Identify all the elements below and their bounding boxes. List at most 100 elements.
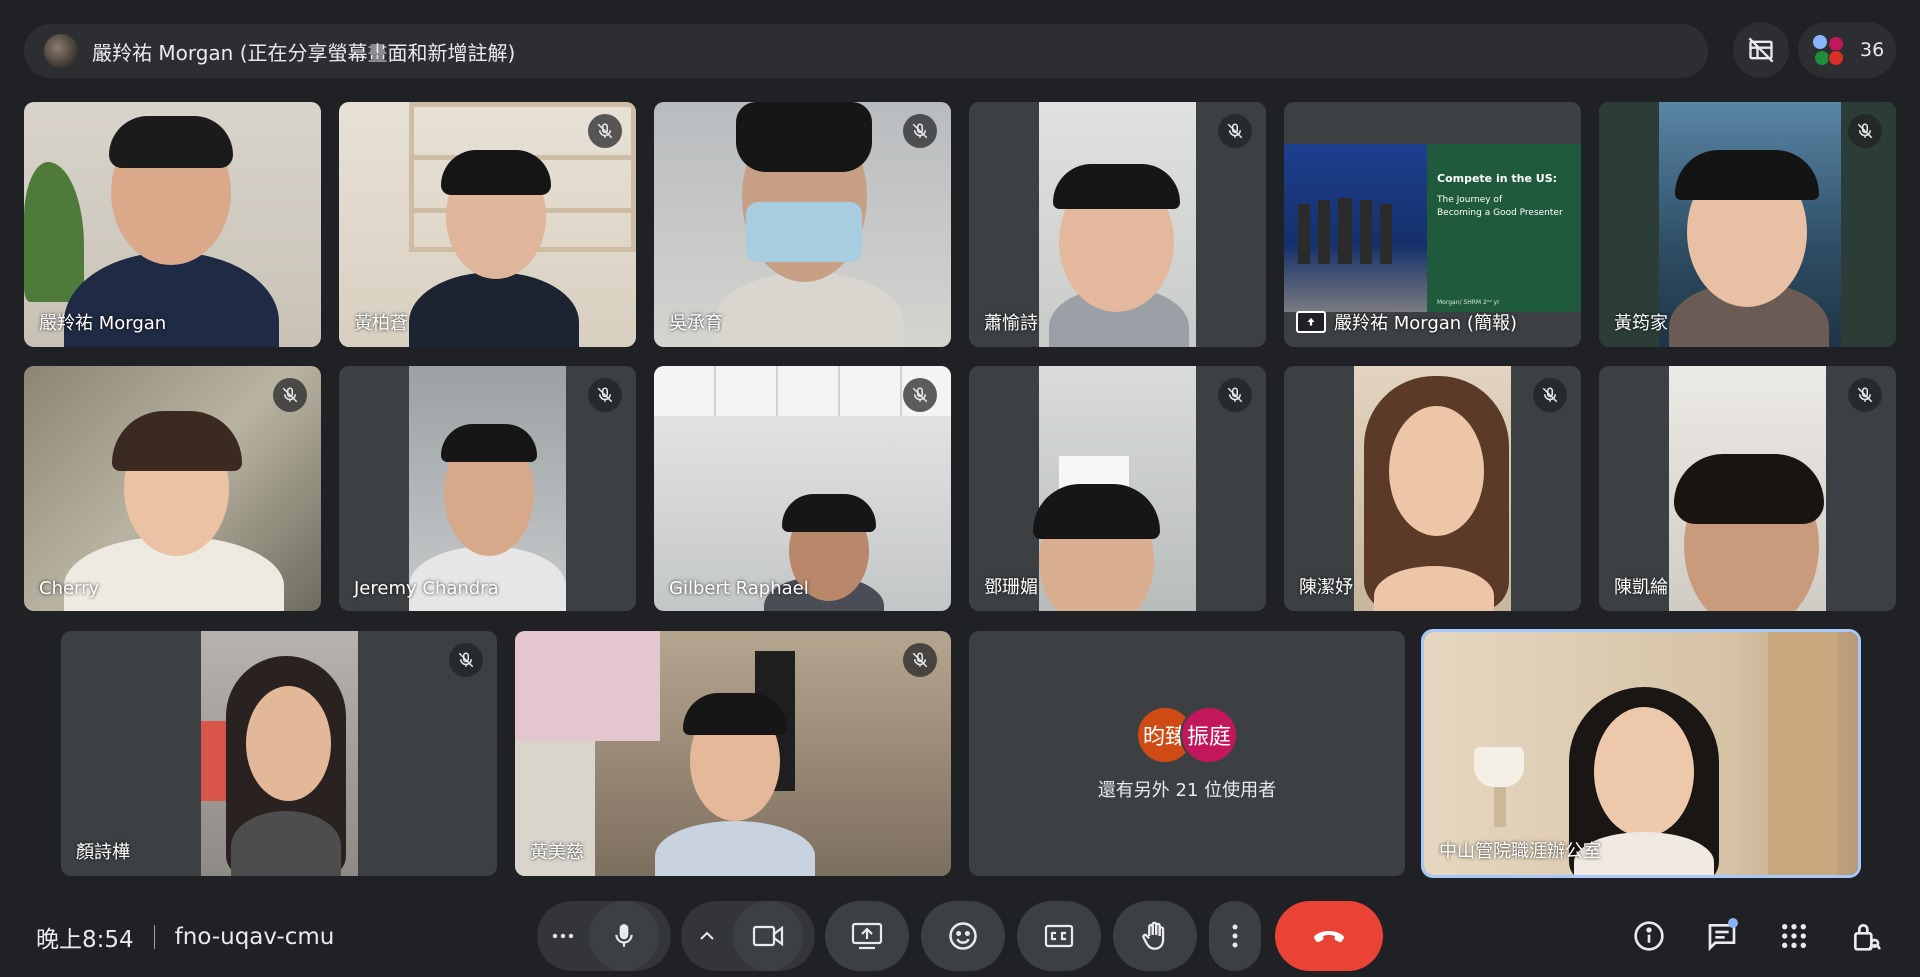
notification-dot [1728,918,1738,928]
participant-tile[interactable]: 陳凱綸 [1599,366,1896,611]
video-controls [681,901,815,971]
more-options-icon [552,933,574,939]
meeting-details-button[interactable] [1627,914,1671,958]
meeting-code: fno-uqav-cmu [174,924,335,950]
presenter-label: 嚴羚祐 Morgan (正在分享螢幕畫面和新增註解) [92,40,516,65]
raise-hand-icon [1142,921,1165,950]
participant-name: Gilbert Raphael [669,578,809,599]
slide-photo [1284,144,1427,312]
participant-name: 顏詩樺 [76,842,130,863]
participant-name: 黃筠家 [1614,313,1668,334]
presentation-name: 嚴羚祐 Morgan (簡報) [1296,309,1517,335]
participant-count: 36 [1860,39,1885,61]
presenter-avatar [44,34,78,68]
mic-off-icon [1848,378,1882,412]
mic-off-icon [903,114,937,148]
present-now-button[interactable] [825,901,909,971]
participant-tile[interactable]: Gilbert Raphael [654,366,951,611]
activities-icon [1781,923,1807,949]
participant-tile[interactable]: 黃柏蒼 [339,102,636,347]
captions-button[interactable] [1017,901,1101,971]
participant-tile[interactable]: Jeremy Chandra [339,366,636,611]
activities-button[interactable] [1772,914,1816,958]
video-feed [1669,366,1826,611]
mic-off-icon [273,378,307,412]
others-avatars: 昀臻 振庭 [1136,705,1238,764]
host-controls-button[interactable] [1844,914,1888,958]
user-avatar-icon: 振庭 [1180,705,1238,764]
present-screen-icon [1296,311,1326,333]
mic-off-icon [449,643,483,677]
microphone-icon [615,924,633,947]
video-feed [1354,366,1511,611]
reactions-button[interactable] [921,901,1005,971]
video-feed [1033,366,1196,611]
participant-tile[interactable]: 吳承育 [654,102,951,347]
host-controls-icon [1854,924,1881,951]
camera-button[interactable] [733,901,803,971]
presenter-banner[interactable]: 嚴羚祐 Morgan (正在分享螢幕畫面和新增註解) [24,24,1708,78]
video-feed [409,366,566,611]
emoji-icon [949,922,977,950]
participant-name: 中山管院職涯辦公室 [1439,841,1601,862]
participant-tile[interactable]: 黃美慈 [515,631,951,876]
more-vert-icon [1232,924,1238,948]
participant-tile[interactable]: 顏詩樺 [61,631,497,876]
participant-tile[interactable]: 鄧珊媚 [969,366,1266,611]
participant-tile-active-speaker[interactable]: 中山管院職涯辦公室 [1421,629,1861,878]
participant-name: 嚴羚祐 Morgan [39,313,167,334]
chat-button[interactable] [1700,914,1744,958]
participant-tile[interactable]: 嚴羚祐 Morgan [24,102,321,347]
slide-content: Compete in the US: The Journey of Becomi… [1427,144,1581,312]
presentation-tile[interactable]: Compete in the US: The Journey of Becomi… [1284,102,1581,347]
mic-off-icon [1218,378,1252,412]
participants-button[interactable]: 36 [1798,22,1896,78]
slide-subtitle-line: The Journey of [1437,195,1503,205]
video-feed [201,631,358,876]
video-feed [1039,102,1196,347]
slide-subtitle-line: Becoming a Good Presenter [1437,208,1563,218]
audio-controls [537,901,671,971]
audio-settings-button[interactable] [537,901,589,971]
info-icon [1634,921,1664,951]
participant-name: 黃柏蒼 [354,313,408,334]
end-call-button[interactable] [1275,901,1383,971]
participant-tile[interactable]: Cherry [24,366,321,611]
camera-icon [752,925,784,947]
mic-off-icon [588,114,622,148]
hide-tiles-button[interactable] [1733,22,1789,78]
participant-name: Jeremy Chandra [354,578,499,599]
others-label: 還有另外 21 位使用者 [1097,779,1277,801]
mic-off-icon [903,643,937,677]
participant-name: 嚴羚祐 Morgan (簡報) [1334,313,1517,334]
divider [153,925,155,949]
microphone-button[interactable] [589,901,659,971]
other-participants-tile[interactable]: 昀臻 振庭 還有另外 21 位使用者 [969,631,1405,876]
mic-off-icon [1533,378,1567,412]
participant-name: 蕭愉詩 [984,313,1038,334]
chevron-up-icon [700,931,714,940]
current-time: 晚上8:54 [36,927,134,953]
slide-title: Compete in the US: [1437,172,1558,185]
participant-tile[interactable]: 蕭愉詩 [969,102,1266,347]
more-options-button[interactable] [1209,901,1261,971]
participant-tile[interactable]: 陳潔妤 [1284,366,1581,611]
participant-tile[interactable]: 黃筠家 [1599,102,1896,347]
participant-name: 黃美慈 [530,842,584,863]
mic-off-icon [1848,114,1882,148]
participant-name: 陳潔妤 [1299,577,1353,598]
participant-name: Cherry [39,578,100,599]
meeting-info: 晚上8:54 fno-uqav-cmu [36,920,334,954]
raise-hand-button[interactable] [1113,901,1197,971]
user-avatar-icon [1810,32,1846,68]
end-call-icon [1314,931,1344,943]
mic-off-icon [588,378,622,412]
hide-tiles-icon [1748,37,1774,63]
captions-icon [1044,924,1074,948]
present-screen-icon [851,922,883,950]
slide-footer: Morgan/ SHRM 2ⁿᵈ yr [1437,299,1500,306]
mic-off-icon [1218,114,1252,148]
participant-name: 陳凱綸 [1614,577,1668,598]
participant-name: 鄧珊媚 [984,577,1038,598]
video-settings-button[interactable] [681,901,733,971]
